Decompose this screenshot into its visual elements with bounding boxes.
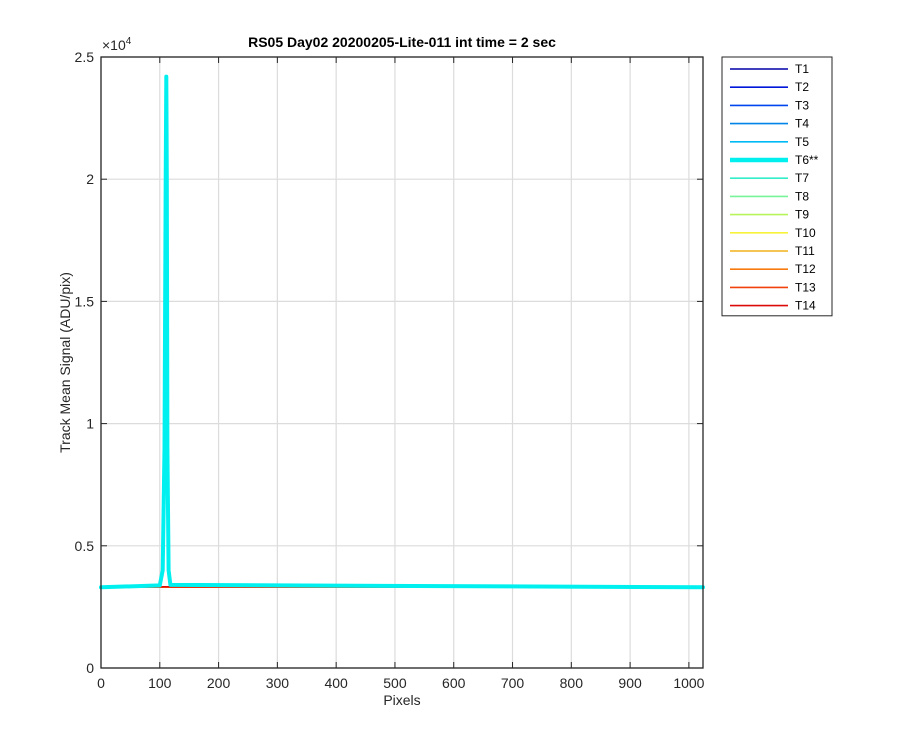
legend-label: T8 — [795, 189, 809, 203]
x-tick-label: 100 — [148, 675, 172, 691]
y-tick-label: 1.5 — [75, 293, 95, 309]
chart-title: RS05 Day02 20200205-Lite-011 int time = … — [248, 34, 556, 50]
legend-label: T10 — [795, 226, 816, 240]
x-tick-label: 200 — [207, 675, 231, 691]
x-tick-label: 400 — [324, 675, 348, 691]
axes-box — [100, 56, 704, 669]
legend: T1 T2 T3 T4 T5 T6** T7 T8 T9 T10 T11 T12 T13 T14 — [721, 56, 833, 317]
series-line-t6 — [99, 74, 705, 590]
y-tick-label: 0.5 — [75, 538, 95, 554]
y-exponent-base: ×10 — [102, 37, 126, 53]
legend-label: T13 — [795, 280, 816, 294]
grid — [100, 56, 703, 669]
chart: 0 100 200 300 400 500 600 700 800 900 1000 0 0.5 1 1.5… — [57, 34, 833, 708]
legend-label: T14 — [795, 299, 816, 313]
legend-label: T6** — [795, 153, 819, 167]
x-tick-label: 900 — [618, 675, 642, 691]
legend-label: T1 — [795, 62, 809, 76]
y-axis-exponent: ×104 — [102, 36, 132, 53]
legend-box — [721, 56, 833, 317]
x-tick-label: 300 — [266, 675, 290, 691]
y-tick-label: 2 — [86, 171, 94, 187]
legend-label: T3 — [795, 98, 809, 112]
y-tick-label: 1 — [86, 416, 94, 432]
plot-lines — [99, 74, 705, 590]
legend-label: T2 — [795, 80, 809, 94]
x-tick-label: 0 — [97, 675, 105, 691]
legend-label: T12 — [795, 262, 816, 276]
legend-label: T4 — [795, 117, 809, 131]
x-tick-label: 600 — [442, 675, 466, 691]
x-tick-label: 500 — [383, 675, 407, 691]
x-tick-label: 800 — [560, 675, 584, 691]
legend-label: T7 — [795, 171, 809, 185]
legend-label: T9 — [795, 208, 809, 222]
y-tick-label: 0 — [86, 660, 94, 676]
x-axis-title: Pixels — [383, 692, 420, 708]
y-exponent-power: 4 — [126, 36, 132, 47]
x-tick-label: 700 — [501, 675, 525, 691]
legend-label: T11 — [795, 244, 815, 258]
legend-label: T5 — [795, 135, 809, 149]
x-tick-label: 1000 — [673, 675, 704, 691]
y-axis-title: Track Mean Signal (ADU/pix) — [57, 272, 73, 453]
y-tick-label: 2.5 — [75, 49, 95, 65]
